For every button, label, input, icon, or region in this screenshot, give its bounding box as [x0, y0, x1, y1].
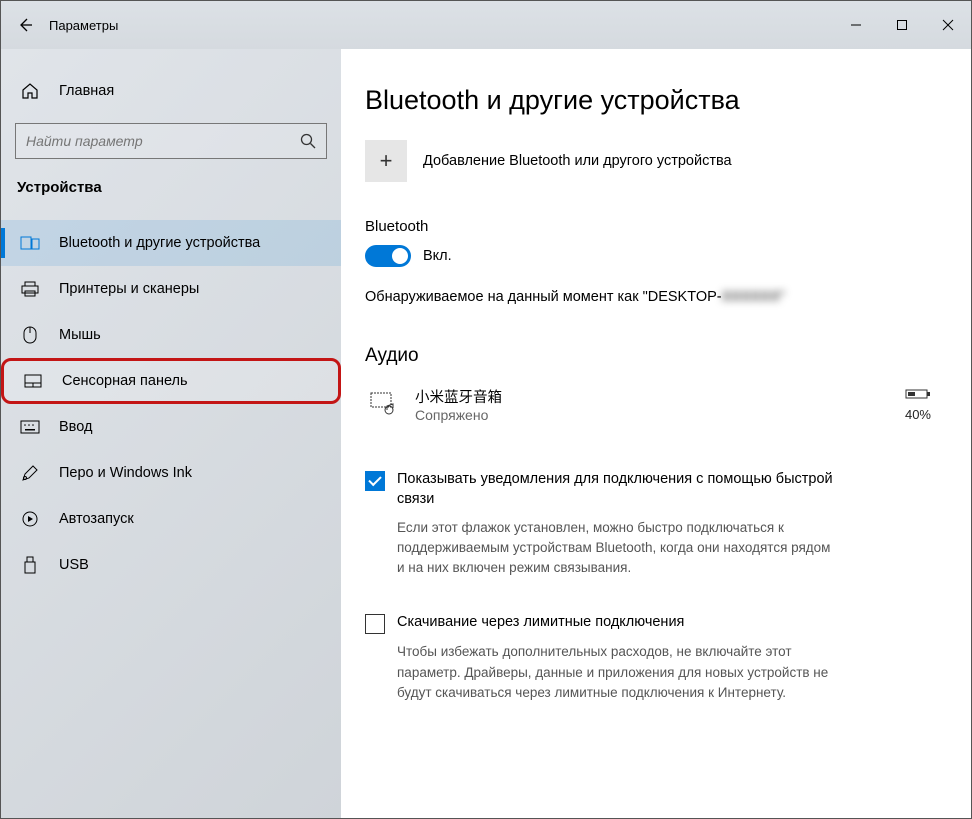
- mouse-icon: [19, 326, 41, 344]
- audio-device-row[interactable]: 小米蓝牙音箱 Сопряжено 40%: [365, 381, 931, 427]
- bluetooth-label: Bluetooth: [365, 218, 931, 235]
- sidebar-item-touchpad[interactable]: Сенсорная панель: [1, 358, 341, 404]
- audio-section-title: Аудио: [365, 345, 931, 367]
- battery-icon: [905, 387, 931, 401]
- add-device-button[interactable]: + Добавление Bluetooth или другого устро…: [365, 140, 931, 182]
- nav-label: Сенсорная панель: [62, 373, 188, 389]
- device-name: 小米蓝牙音箱: [415, 386, 905, 407]
- search-box[interactable]: [15, 123, 327, 159]
- devices-icon: [19, 235, 41, 251]
- sidebar-item-pen[interactable]: Перо и Windows Ink: [1, 450, 341, 496]
- swift-pair-hint: Если этот флажок установлен, можно быстр…: [397, 518, 837, 579]
- swift-pair-label: Показывать уведомления для подключения с…: [397, 469, 837, 510]
- window-title: Параметры: [49, 18, 118, 33]
- audio-device-icon: [365, 385, 403, 423]
- metered-checkbox[interactable]: [365, 614, 385, 634]
- metered-hint: Чтобы избежать дополнительных расходов, …: [397, 642, 837, 703]
- page-title: Bluetooth и другие устройства: [365, 85, 931, 116]
- nav-label: Мышь: [59, 327, 101, 343]
- search-input[interactable]: [26, 133, 300, 149]
- home-label: Главная: [59, 83, 114, 99]
- pen-icon: [19, 464, 41, 482]
- battery-percent: 40%: [905, 407, 931, 422]
- sidebar-item-usb[interactable]: USB: [1, 542, 341, 588]
- add-label: Добавление Bluetooth или другого устройс…: [423, 153, 732, 169]
- sidebar-item-typing[interactable]: Ввод: [1, 404, 341, 450]
- toggle-state: Вкл.: [423, 248, 452, 264]
- discoverable-text: Обнаруживаемое на данный момент как "DES…: [365, 289, 931, 305]
- sidebar-item-printers[interactable]: Принтеры и сканеры: [1, 266, 341, 312]
- bluetooth-toggle[interactable]: [365, 245, 411, 267]
- nav-label: Перо и Windows Ink: [59, 465, 192, 481]
- metered-label: Скачивание через лимитные подключения: [397, 612, 684, 632]
- search-icon: [300, 133, 316, 149]
- autoplay-icon: [19, 510, 41, 528]
- close-button[interactable]: [925, 1, 971, 49]
- nav-label: Ввод: [59, 419, 92, 435]
- swift-pair-checkbox[interactable]: [365, 471, 385, 491]
- sidebar-item-bluetooth[interactable]: Bluetooth и другие устройства: [1, 220, 341, 266]
- nav-label: Bluetooth и другие устройства: [59, 235, 260, 251]
- device-status: Сопряжено: [415, 407, 905, 423]
- minimize-button[interactable]: [833, 1, 879, 49]
- titlebar: Параметры: [1, 1, 971, 49]
- keyboard-icon: [19, 420, 41, 434]
- main-content: Bluetooth и другие устройства + Добавлен…: [341, 49, 971, 818]
- sidebar-home[interactable]: Главная: [1, 69, 341, 113]
- sidebar: Главная Устройства Bluetooth и другие ус…: [1, 49, 341, 818]
- home-icon: [19, 82, 41, 100]
- sidebar-item-mouse[interactable]: Мышь: [1, 312, 341, 358]
- back-button[interactable]: [1, 1, 49, 49]
- touchpad-icon: [22, 374, 44, 388]
- printer-icon: [19, 281, 41, 297]
- nav-label: USB: [59, 557, 89, 573]
- usb-icon: [19, 556, 41, 574]
- nav-label: Автозапуск: [59, 511, 134, 527]
- maximize-button[interactable]: [879, 1, 925, 49]
- plus-icon: +: [365, 140, 407, 182]
- sidebar-item-autoplay[interactable]: Автозапуск: [1, 496, 341, 542]
- sidebar-section: Устройства: [1, 173, 341, 212]
- nav-label: Принтеры и сканеры: [59, 281, 199, 297]
